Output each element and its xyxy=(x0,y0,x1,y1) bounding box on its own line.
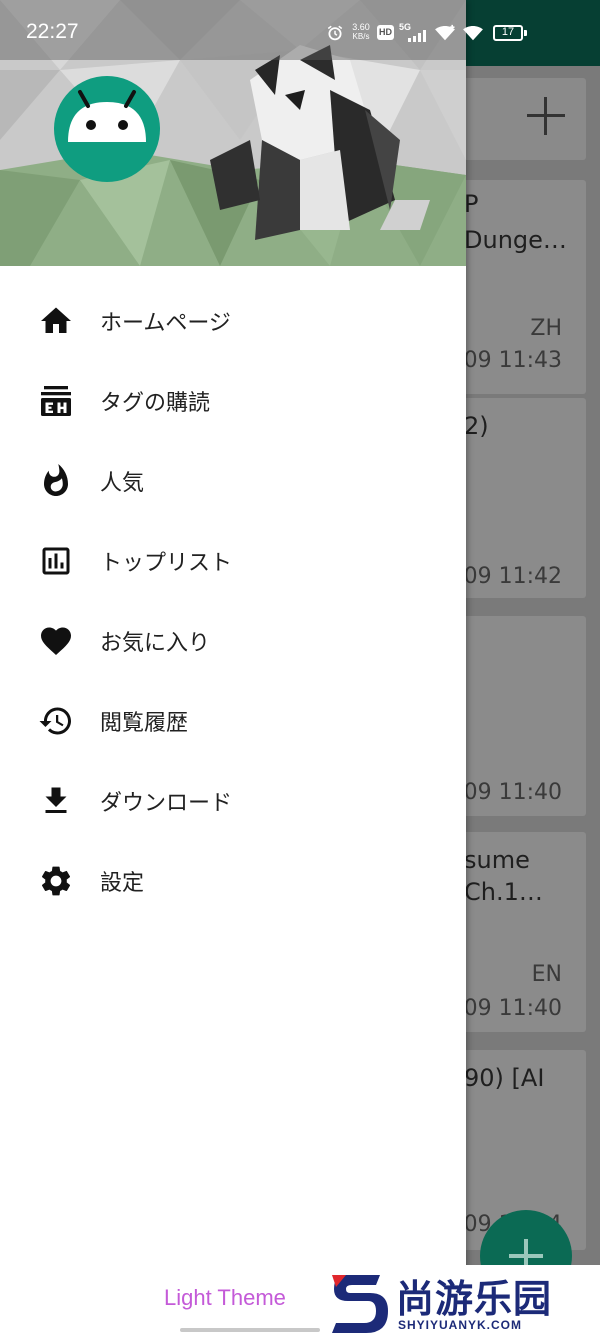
menu-item-label: 閲覧履歴 xyxy=(100,711,189,736)
menu-item-label: ダウンロード xyxy=(100,791,233,816)
home-icon xyxy=(41,307,71,333)
menu-item-label: 人気 xyxy=(100,471,145,496)
watermark-text: 尚游乐园 xyxy=(396,1277,553,1321)
signal-icon xyxy=(408,30,426,42)
heart-icon xyxy=(41,627,71,656)
watermark-url: SHYIYUANYK.COM xyxy=(398,1318,523,1332)
battery-level-text: 17 xyxy=(501,26,515,38)
menu-item-downloads[interactable]: ダウンロード xyxy=(0,761,466,841)
menu-item-tag-subscriptions[interactable]: タグの購読 xyxy=(0,361,466,441)
list-item-title: Dunge… xyxy=(464,226,567,254)
wifi-icon xyxy=(463,26,483,41)
battery-cap xyxy=(524,30,527,36)
menu-item-label: お気に入り xyxy=(100,631,211,656)
menu-item-history[interactable]: 閲覧履歴 xyxy=(0,681,466,761)
list-item-language: EN xyxy=(531,962,562,987)
menu-item-homepage[interactable]: ホームページ xyxy=(0,281,466,361)
network-speed-unit: KB/s xyxy=(352,32,370,41)
navigation-drawer: ホームページ タグの購読 人気 トップリスト お気に入り 閲覧履歴 ダウンロード… xyxy=(0,0,466,1337)
menu-item-label: トップリスト xyxy=(100,551,233,576)
hd-icon: HD xyxy=(377,25,394,40)
menu-item-label: タグの購読 xyxy=(100,391,211,416)
list-item-title: Ch.1… xyxy=(464,878,543,906)
alarm-icon xyxy=(327,25,343,41)
menu-item-popular[interactable]: 人気 xyxy=(0,441,466,521)
list-item-date: -09 11:40 xyxy=(455,780,562,805)
avatar[interactable] xyxy=(54,76,160,182)
theme-label[interactable]: Light Theme xyxy=(164,1285,286,1311)
menu-item-settings[interactable]: 設定 xyxy=(0,841,466,921)
list-item-date: -09 11:43 xyxy=(455,348,562,373)
add-icon xyxy=(527,97,565,135)
list-item-date: -09 11:42 xyxy=(455,564,562,589)
menu-item-label: 設定 xyxy=(100,871,145,896)
list-item-title: 90) [AI xyxy=(464,1064,545,1092)
history-icon xyxy=(39,707,71,735)
list-item-language: ZH xyxy=(530,316,562,341)
android-robot-icon xyxy=(68,90,146,142)
status-bar: 22:27 3.60 KB/s HD 5G 17 xyxy=(0,0,600,66)
network-speed-value: 3.60 xyxy=(352,22,370,32)
list-item-date: -09 11:40 xyxy=(455,996,562,1021)
gear-icon xyxy=(41,866,71,896)
eh-tag-icon xyxy=(41,386,71,416)
list-item-title: 2) xyxy=(464,412,489,440)
list-item-title: sume xyxy=(464,846,530,874)
chart-icon xyxy=(42,547,70,575)
list-item-title: P xyxy=(464,190,479,218)
battery-icon: 17 xyxy=(493,25,523,41)
network-speed: 3.60 KB/s xyxy=(348,22,374,42)
menu-item-toplists[interactable]: トップリスト xyxy=(0,521,466,601)
wifi-calling-icon xyxy=(435,24,455,41)
download-icon xyxy=(45,787,67,813)
menu-item-favorites[interactable]: お気に入り xyxy=(0,601,466,681)
home-indicator[interactable] xyxy=(180,1328,320,1332)
status-time: 22:27 xyxy=(26,20,79,43)
menu-item-label: ホームページ xyxy=(100,311,231,336)
flame-icon xyxy=(44,464,68,496)
